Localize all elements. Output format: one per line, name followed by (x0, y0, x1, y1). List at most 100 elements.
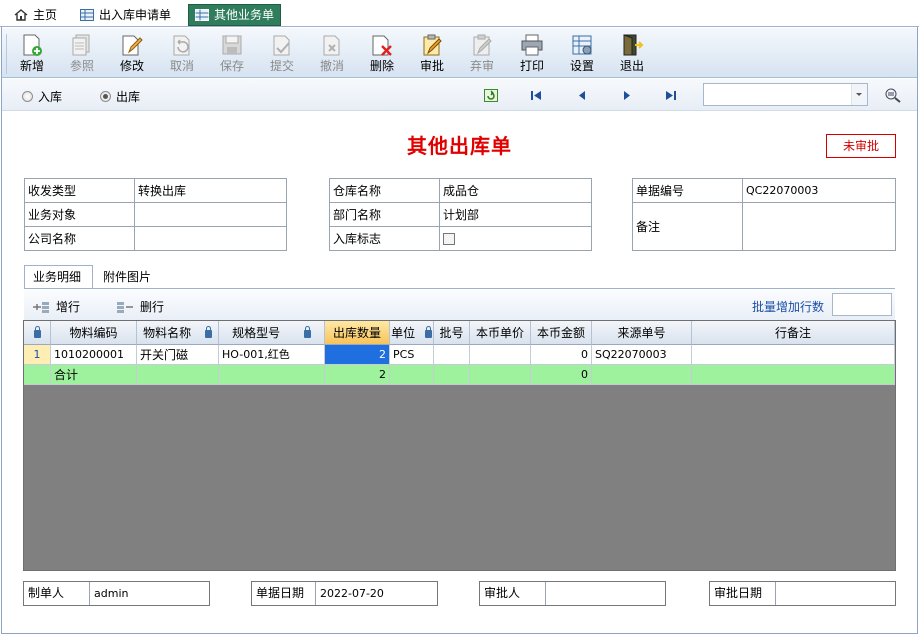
grid-icon (80, 9, 94, 21)
cell-spec[interactable]: HO-001,红色 (219, 345, 325, 365)
cell-code[interactable]: 1010200001 (51, 345, 137, 365)
approve-button[interactable]: 审批 (410, 32, 454, 76)
add-row-icon (33, 301, 49, 313)
inbound-flag-label: 入库标志 (329, 226, 440, 251)
tab-home[interactable]: 主页 (8, 4, 63, 26)
col-header-label: 物料名称 (143, 326, 192, 340)
col-header-qty[interactable]: 出库数量 (325, 321, 390, 345)
total-index (24, 365, 51, 385)
lock-icon (33, 325, 41, 338)
col-header-batch[interactable]: 批号 (434, 321, 470, 345)
delete-row-button[interactable]: 删行 (116, 298, 164, 315)
col-header-name[interactable]: 物料名称 (137, 321, 219, 345)
undo-icon (173, 35, 190, 56)
tab-label: 出入库申请单 (99, 8, 172, 22)
exit-button[interactable]: 退出 (610, 32, 654, 76)
cell-qty[interactable]: 2 (325, 345, 390, 365)
next-record-icon[interactable] (620, 89, 634, 102)
doc-no-field[interactable]: QC22070003 (742, 178, 896, 203)
tab-divider (24, 288, 895, 289)
col-header-amount[interactable]: 本币金额 (531, 321, 592, 345)
tab-other-business[interactable]: 其他业务单 (188, 4, 282, 26)
add-label: 新增 (19, 59, 44, 73)
submit-label: 提交 (269, 59, 294, 73)
cell-source[interactable]: SQ22070003 (592, 345, 692, 365)
col-header-source[interactable]: 来源单号 (592, 321, 692, 345)
cell-remark[interactable] (692, 345, 895, 365)
tab-label: 主页 (33, 8, 58, 22)
print-button[interactable]: 打印 (510, 32, 554, 76)
total-cell (434, 365, 470, 385)
print-label: 打印 (519, 59, 544, 73)
maker-label: 制单人 (24, 582, 90, 605)
col-header-unit[interactable]: 单位 (390, 321, 434, 345)
radio-inbound-label: 入库 (38, 90, 63, 104)
search-combo[interactable] (703, 83, 868, 106)
add-row-label: 增行 (56, 300, 81, 314)
col-header-remark[interactable]: 行备注 (692, 321, 895, 345)
cell-price[interactable] (470, 345, 531, 365)
lock-icon (424, 325, 432, 338)
reject-button[interactable]: 弃审 (460, 32, 504, 76)
col-header-spec[interactable]: 规格型号 (219, 321, 325, 345)
previous-record-icon[interactable] (575, 89, 589, 102)
cell-name[interactable]: 开关门磁 (137, 345, 219, 365)
send-type-field[interactable]: 转换出库 (134, 178, 287, 203)
settings-label: 设置 (569, 59, 594, 73)
grid-corner[interactable] (24, 321, 51, 345)
reject-icon (473, 34, 492, 56)
tab-stock-request[interactable]: 出入库申请单 (74, 4, 177, 26)
edit-button[interactable]: 修改 (110, 32, 154, 76)
reference-button[interactable]: 参照 (60, 32, 104, 76)
inbound-flag-checkbox[interactable] (443, 233, 455, 245)
tab-attachments[interactable]: 附件图片 (94, 265, 164, 289)
last-record-icon[interactable] (664, 89, 678, 102)
chevron-down-icon (856, 93, 862, 96)
search-icon[interactable] (884, 87, 902, 103)
department-field[interactable]: 计划部 (439, 202, 592, 227)
save-button[interactable]: 保存 (210, 32, 254, 76)
submit-button[interactable]: 提交 (260, 32, 304, 76)
batch-add-input[interactable] (832, 293, 892, 316)
total-cell (390, 365, 434, 385)
maker-field[interactable]: admin (90, 582, 132, 605)
add-button[interactable]: 新增 (10, 32, 54, 76)
company-label: 公司名称 (24, 226, 135, 251)
cell-batch[interactable] (434, 345, 470, 365)
approve-date-field[interactable] (776, 582, 784, 605)
approve-label: 审批 (419, 59, 444, 73)
tab-business-detail[interactable]: 业务明细 (24, 265, 93, 289)
business-target-label: 业务对象 (24, 202, 135, 227)
radio-dot[interactable] (22, 91, 33, 102)
withdraw-button[interactable]: 撤消 (310, 32, 354, 76)
row-index[interactable]: 1 (24, 345, 51, 365)
col-header-label: 单位 (391, 326, 416, 340)
refresh-icon[interactable] (484, 89, 498, 102)
radio-outbound[interactable]: 出库 (100, 88, 140, 105)
col-header-code[interactable]: 物料编码 (51, 321, 137, 345)
doc-date-field[interactable]: 2022-07-20 (316, 582, 388, 605)
cancel-button[interactable]: 取消 (160, 32, 204, 76)
doc-no-label: 单据编号 (632, 178, 743, 203)
company-field[interactable] (134, 226, 287, 251)
radio-inbound[interactable]: 入库 (22, 88, 62, 105)
approver-field[interactable] (546, 582, 554, 605)
cell-amount[interactable]: 0 (531, 345, 592, 365)
col-header-price[interactable]: 本币单价 (470, 321, 531, 345)
printer-icon (521, 34, 543, 56)
settings-button[interactable]: 设置 (560, 32, 604, 76)
warehouse-field[interactable]: 成品仓 (439, 178, 592, 203)
department-label: 部门名称 (329, 202, 440, 227)
col-header-label: 规格型号 (232, 326, 281, 340)
lock-icon (303, 325, 311, 338)
radio-dot-selected[interactable] (100, 91, 111, 102)
business-target-field[interactable] (134, 202, 287, 227)
first-record-icon[interactable] (529, 89, 543, 102)
remark-field[interactable] (742, 202, 896, 251)
cell-unit[interactable]: PCS (390, 345, 434, 365)
form-block-document: 单据编号 QC22070003 备注 (632, 178, 896, 251)
combo-dropdown-button[interactable] (851, 84, 867, 105)
add-row-button[interactable]: 增行 (32, 298, 80, 315)
delete-button[interactable]: 删除 (360, 32, 404, 76)
approve-icon (423, 34, 442, 56)
